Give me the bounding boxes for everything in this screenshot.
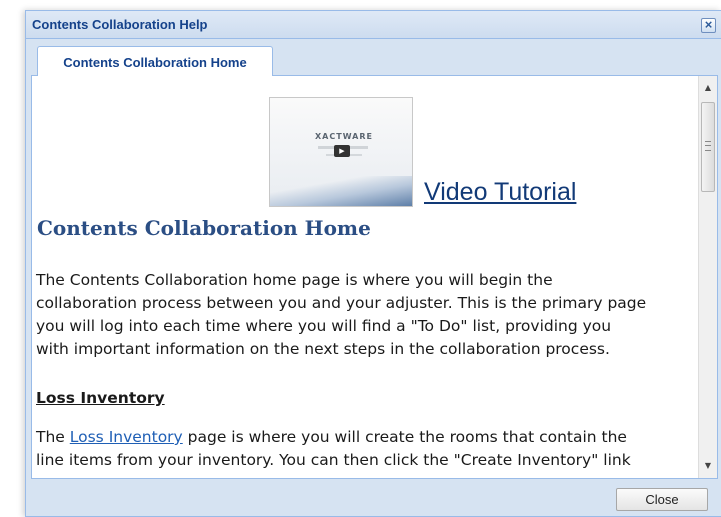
dialog-titlebar[interactable]: Contents Collaboration Help × [26, 11, 721, 39]
loss-inventory-paragraph: The Loss Inventory page is where you wil… [36, 426, 696, 472]
grip-icon [705, 141, 711, 151]
scrollbar-thumb[interactable] [701, 102, 715, 192]
loss-inventory-line: line items from your inventory. You can … [36, 451, 631, 469]
close-icon[interactable]: × [701, 18, 716, 33]
dialog-footer: Close [26, 479, 721, 517]
help-content-panel: XACTWARE ▶ Video Tutorial Contents Colla… [31, 76, 718, 479]
vertical-scrollbar[interactable]: ▲ ▼ [698, 76, 717, 478]
play-icon[interactable]: ▶ [334, 145, 350, 157]
close-button[interactable]: Close [616, 488, 708, 511]
video-tutorial-link[interactable]: Video Tutorial [424, 178, 576, 207]
intro-paragraph: The Contents Collaboration home page is … [36, 269, 696, 361]
loss-inventory-line: The Loss Inventory page is where you wil… [36, 426, 696, 449]
intro-line: collaboration process between you and yo… [36, 294, 647, 312]
text-fragment: page is where you will create the rooms … [182, 428, 627, 446]
help-dialog: Contents Collaboration Help × Contents C… [25, 10, 721, 517]
loss-inventory-link[interactable]: Loss Inventory [70, 428, 183, 446]
intro-line: you will log into each time where you wi… [36, 317, 612, 335]
page-heading: Contents Collaboration Home [37, 216, 371, 240]
intro-line: The Contents Collaboration home page is … [36, 271, 553, 289]
video-thumbnail-wave [270, 176, 412, 206]
scroll-up-arrow-icon[interactable]: ▲ [699, 79, 717, 97]
loss-inventory-heading: Loss Inventory [36, 389, 165, 407]
video-thumbnail-brand: XACTWARE [315, 132, 373, 141]
tab-contents-collaboration-home[interactable]: Contents Collaboration Home [37, 46, 273, 76]
text-fragment: The [36, 428, 70, 446]
dialog-title: Contents Collaboration Help [32, 17, 208, 32]
scroll-down-arrow-icon[interactable]: ▼ [699, 457, 717, 475]
intro-line: with important information on the next s… [36, 340, 610, 358]
tab-strip: Contents Collaboration Home [31, 44, 718, 76]
video-thumbnail[interactable]: XACTWARE ▶ [269, 97, 413, 207]
